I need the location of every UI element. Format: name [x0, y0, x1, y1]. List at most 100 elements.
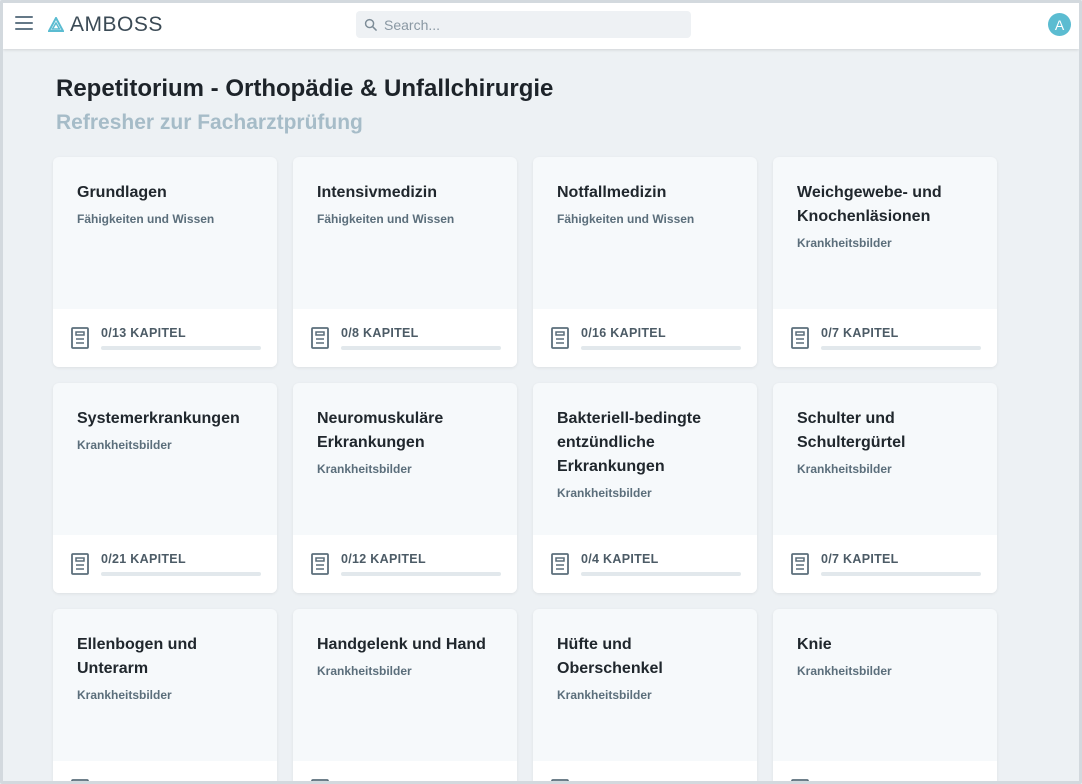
course-card-grid: Grundlagen Fähigkeiten und Wissen 0/13 K…	[53, 157, 997, 781]
course-card-title: Bakteriell-bedingte entzündliche Erkrank…	[557, 407, 737, 502]
chapter-document-icon	[311, 327, 329, 349]
course-card-title-text: Handgelenk und Hand	[317, 636, 486, 653]
menu-icon[interactable]	[15, 16, 33, 32]
course-card-tag: Krankheitsbilder	[317, 462, 412, 476]
chapter-count-label: 0/16 KAPITEL	[581, 326, 666, 340]
course-card-title: Grundlagen Fähigkeiten und Wissen	[77, 181, 257, 228]
search-bar[interactable]	[356, 11, 691, 38]
course-card-title-text: Bakteriell-bedingte entzündliche Erkrank…	[557, 410, 702, 475]
course-card-tag: Fähigkeiten und Wissen	[317, 212, 455, 226]
course-card-title-text: Knie	[797, 636, 832, 653]
course-card-title: Notfallmedizin Fähigkeiten und Wissen	[557, 181, 737, 228]
chapter-progress-bar	[581, 572, 741, 576]
course-card-tag: Krankheitsbilder	[317, 664, 412, 678]
chapter-count-label: 0/7 KAPITEL	[821, 552, 899, 566]
course-card-title: Hüfte und Oberschenkel Krankheitsbilder	[557, 633, 737, 704]
course-card-footer: 0/7 KAPITEL	[773, 309, 997, 367]
chapter-progress-bar	[341, 572, 501, 576]
app-window: AMBOSS A Repetitorium - Orthopädie & Unf…	[0, 0, 1082, 784]
course-card-title-text: Hüfte und Oberschenkel	[557, 636, 663, 677]
course-card-footer: 0/12 KAPITEL	[293, 535, 517, 593]
course-card-footer: 0/21 KAPITEL	[53, 535, 277, 593]
course-card-footer	[773, 761, 997, 781]
course-card-title-text: Systemerkrankungen	[77, 410, 240, 427]
course-card-title: Weichgewebe- und Knochenläsionen Krankhe…	[797, 181, 977, 252]
course-card-2[interactable]: Intensivmedizin Fähigkeiten und Wissen 0…	[293, 157, 517, 367]
course-card-title-text: Schulter und Schultergürtel	[797, 410, 906, 451]
course-card-title-text: Ellenbogen und Unterarm	[77, 636, 197, 677]
chapter-progress-bar	[101, 572, 261, 576]
chapter-document-icon	[791, 779, 809, 781]
course-card-tag: Krankheitsbilder	[557, 688, 652, 702]
course-card-1[interactable]: Grundlagen Fähigkeiten und Wissen 0/13 K…	[53, 157, 277, 367]
app-logo[interactable]: AMBOSS	[48, 13, 163, 37]
chapter-progress-bar	[341, 346, 501, 350]
course-card-footer	[293, 761, 517, 781]
chapter-count-label: 0/4 KAPITEL	[581, 552, 659, 566]
chapter-count-label: 0/13 KAPITEL	[101, 326, 186, 340]
chapter-progress-bar	[581, 346, 741, 350]
course-card-tag: Krankheitsbilder	[77, 438, 172, 452]
course-card-5[interactable]: Systemerkrankungen Krankheitsbilder 0/21…	[53, 383, 277, 593]
chapter-document-icon	[791, 327, 809, 349]
course-card-title: Schulter und Schultergürtel Krankheitsbi…	[797, 407, 977, 478]
chapter-progress-bar	[101, 346, 261, 350]
course-card-tag: Krankheitsbilder	[797, 664, 892, 678]
course-card-title-text: Neuromuskuläre Erkrankungen	[317, 410, 444, 451]
chapter-progress-bar	[821, 346, 981, 350]
top-navigation-bar: AMBOSS A	[3, 3, 1079, 49]
chapter-document-icon	[311, 553, 329, 575]
course-card-tag: Fähigkeiten und Wissen	[557, 212, 695, 226]
chapter-document-icon	[71, 779, 89, 781]
course-card-9[interactable]: Ellenbogen und Unterarm Krankheitsbilder	[53, 609, 277, 781]
chapter-document-icon	[71, 553, 89, 575]
chapter-document-icon	[551, 553, 569, 575]
chapter-progress-bar	[821, 572, 981, 576]
course-card-10[interactable]: Handgelenk und Hand Krankheitsbilder	[293, 609, 517, 781]
user-avatar[interactable]: A	[1048, 13, 1071, 36]
course-card-title: Handgelenk und Hand Krankheitsbilder	[317, 633, 497, 680]
course-card-footer: 0/13 KAPITEL	[53, 309, 277, 367]
chapter-document-icon	[551, 779, 569, 781]
course-card-title: Intensivmedizin Fähigkeiten und Wissen	[317, 181, 497, 228]
search-icon	[364, 18, 377, 31]
course-card-footer: 0/7 KAPITEL	[773, 535, 997, 593]
course-card-3[interactable]: Notfallmedizin Fähigkeiten und Wissen 0/…	[533, 157, 757, 367]
course-card-title-text: Intensivmedizin	[317, 184, 438, 201]
course-card-title: Knie Krankheitsbilder	[797, 633, 977, 680]
course-card-title: Ellenbogen und Unterarm Krankheitsbilder	[77, 633, 257, 704]
course-card-4[interactable]: Weichgewebe- und Knochenläsionen Krankhe…	[773, 157, 997, 367]
course-card-tag: Krankheitsbilder	[797, 236, 892, 250]
course-card-tag: Krankheitsbilder	[557, 486, 652, 500]
course-card-footer	[53, 761, 277, 781]
course-card-6[interactable]: Neuromuskuläre Erkrankungen Krankheitsbi…	[293, 383, 517, 593]
course-card-title-text: Notfallmedizin	[557, 184, 667, 201]
course-card-title-text: Grundlagen	[77, 184, 167, 201]
course-card-tag: Krankheitsbilder	[77, 688, 172, 702]
chapter-document-icon	[311, 779, 329, 781]
course-card-footer	[533, 761, 757, 781]
course-card-7[interactable]: Bakteriell-bedingte entzündliche Erkrank…	[533, 383, 757, 593]
chapter-count-label: 0/7 KAPITEL	[821, 326, 899, 340]
chapter-document-icon	[551, 327, 569, 349]
course-card-title: Neuromuskuläre Erkrankungen Krankheitsbi…	[317, 407, 497, 478]
course-card-11[interactable]: Hüfte und Oberschenkel Krankheitsbilder	[533, 609, 757, 781]
chapter-count-label: 0/8 KAPITEL	[341, 326, 419, 340]
chapter-count-label: 0/21 KAPITEL	[101, 552, 186, 566]
course-card-tag: Fähigkeiten und Wissen	[77, 212, 215, 226]
page-title: Repetitorium - Orthopädie & Unfallchirur…	[56, 75, 554, 102]
app-name: AMBOSS	[70, 13, 163, 36]
chapter-count-label: 0/12 KAPITEL	[341, 552, 426, 566]
chapter-document-icon	[71, 327, 89, 349]
course-card-footer: 0/16 KAPITEL	[533, 309, 757, 367]
course-card-footer: 0/8 KAPITEL	[293, 309, 517, 367]
course-card-12[interactable]: Knie Krankheitsbilder	[773, 609, 997, 781]
amboss-logo-icon	[48, 17, 64, 32]
search-input[interactable]	[384, 16, 674, 33]
course-card-footer: 0/4 KAPITEL	[533, 535, 757, 593]
chapter-document-icon	[791, 553, 809, 575]
course-card-8[interactable]: Schulter und Schultergürtel Krankheitsbi…	[773, 383, 997, 593]
course-card-tag: Krankheitsbilder	[797, 462, 892, 476]
course-card-title: Systemerkrankungen Krankheitsbilder	[77, 407, 257, 454]
page-subtitle: Refresher zur Facharztprüfung	[56, 111, 363, 134]
